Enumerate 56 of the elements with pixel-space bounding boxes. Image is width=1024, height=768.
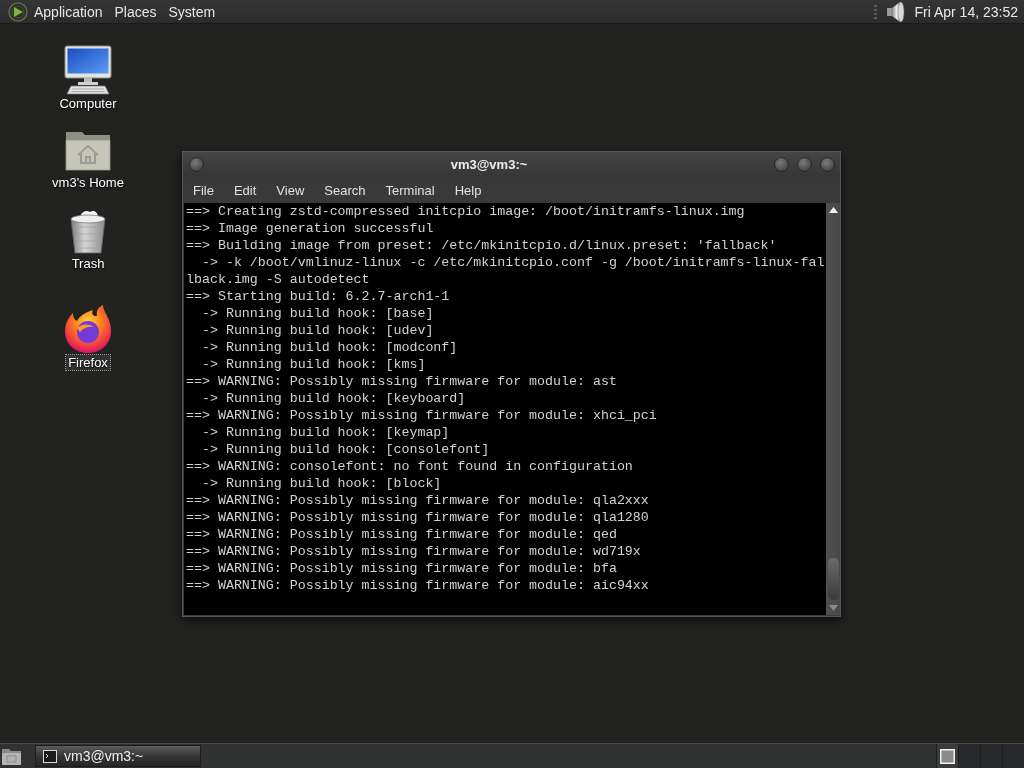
- terminal-icon: [43, 749, 57, 763]
- panel-menu[interactable]: Application: [28, 0, 109, 23]
- terminal-line: lback.img -S autodetect: [186, 271, 371, 288]
- terminal-line: ==> Image generation successful: [186, 220, 435, 237]
- scrollbar-track[interactable]: [826, 203, 840, 615]
- terminal-line: -> Running build hook: [block]: [200, 475, 443, 492]
- terminal-line: -> Running build hook: [udev]: [200, 322, 435, 339]
- terminal-line: -> Running build hook: [base]: [200, 305, 435, 322]
- desktop-icon-label[interactable]: Firefox: [66, 355, 110, 370]
- drag-handle-icon[interactable]: [874, 3, 879, 20]
- desktop-icon-label[interactable]: vm3's Home: [50, 175, 126, 190]
- terminal-line: ==> WARNING: Possibly missing firmware for module: qla2xxx: [186, 492, 650, 509]
- menu-item[interactable]: Edit: [223, 179, 267, 201]
- workspace-button[interactable]: [936, 744, 958, 768]
- terminal-line: -> Running build hook: [keyboard]: [200, 390, 467, 407]
- terminal-line: ==> Building image from preset: /etc/mkinitcpio.d/linux.preset: 'fallback': [186, 237, 778, 254]
- menu-item[interactable]: Terminal: [375, 179, 445, 201]
- panel-menu[interactable]: Places: [108, 0, 163, 23]
- window-thumbnail-icon: [940, 748, 955, 764]
- fox-logo-icon[interactable]: [63, 304, 113, 354]
- panel-menu[interactable]: System: [162, 0, 222, 23]
- scroll-down-icon[interactable]: [828, 605, 838, 611]
- speaker-icon[interactable]: [886, 0, 907, 23]
- maximize-button[interactable]: [797, 157, 812, 172]
- terminal-line: ==> Starting build: 6.2.7-arch1-1: [186, 288, 451, 305]
- taskbar-button[interactable]: vm3@vm3:~: [35, 745, 201, 767]
- terminal-line: -> Running build hook: [kms]: [200, 356, 427, 373]
- terminal-line: -> Running build hook: [modconf]: [200, 339, 459, 356]
- menu-item[interactable]: Help: [444, 179, 492, 201]
- desktop-icon-label[interactable]: Computer: [57, 96, 119, 111]
- terminal-line: ==> WARNING: Possibly missing firmware for module: wd719x: [186, 543, 642, 560]
- terminal-line: -> -k /boot/vmlinuz-linux -c /etc/mkinitcpio.conf -g /boot/initramfs-linux-fal: [200, 254, 826, 271]
- terminal-line: -> Running build hook: [consolefont]: [200, 441, 491, 458]
- window-menu-button[interactable]: [189, 157, 204, 172]
- menu-logo-icon[interactable]: [8, 1, 28, 22]
- terminal-line: ==> WARNING: Possibly missing firmware for module: qla1280: [186, 509, 650, 526]
- terminal-line: ==> WARNING: Possibly missing firmware for module: aic94xx: [186, 577, 650, 594]
- terminal-line: ==> WARNING: Possibly missing firmware for module: bfa: [186, 560, 618, 577]
- scroll-up-icon[interactable]: [828, 207, 838, 213]
- minimize-button[interactable]: [774, 157, 789, 172]
- terminal-line: -> Running build hook: [keymap]: [200, 424, 451, 441]
- menu-item[interactable]: File: [183, 179, 224, 201]
- show-desktop-icon[interactable]: [1, 746, 22, 766]
- terminal-line: ==> Creating zstd-compressed initcpio image: /boot/initramfs-linux.img: [186, 203, 746, 220]
- menu-item[interactable]: View: [266, 179, 315, 201]
- window-title: vm3@vm3:~: [449, 157, 529, 172]
- terminal-line: ==> WARNING: Possibly missing firmware for module: ast: [186, 373, 618, 390]
- terminal-line: ==> WARNING: consolefont: no font found in configuration: [186, 458, 634, 475]
- clock[interactable]: Fri Apr 14, 23:52: [906, 3, 1018, 20]
- terminal-line: ==> WARNING: Possibly missing firmware for module: qed: [186, 526, 618, 543]
- computer-icon[interactable]: [64, 45, 112, 95]
- terminal-line: ==> WARNING: Possibly missing firmware for module: xhci_pci: [186, 407, 658, 424]
- scrollbar-thumb[interactable]: [827, 558, 839, 600]
- menu-item[interactable]: Search: [314, 179, 376, 201]
- close-button[interactable]: [820, 157, 835, 172]
- desktop-icon-label[interactable]: Trash: [69, 256, 107, 271]
